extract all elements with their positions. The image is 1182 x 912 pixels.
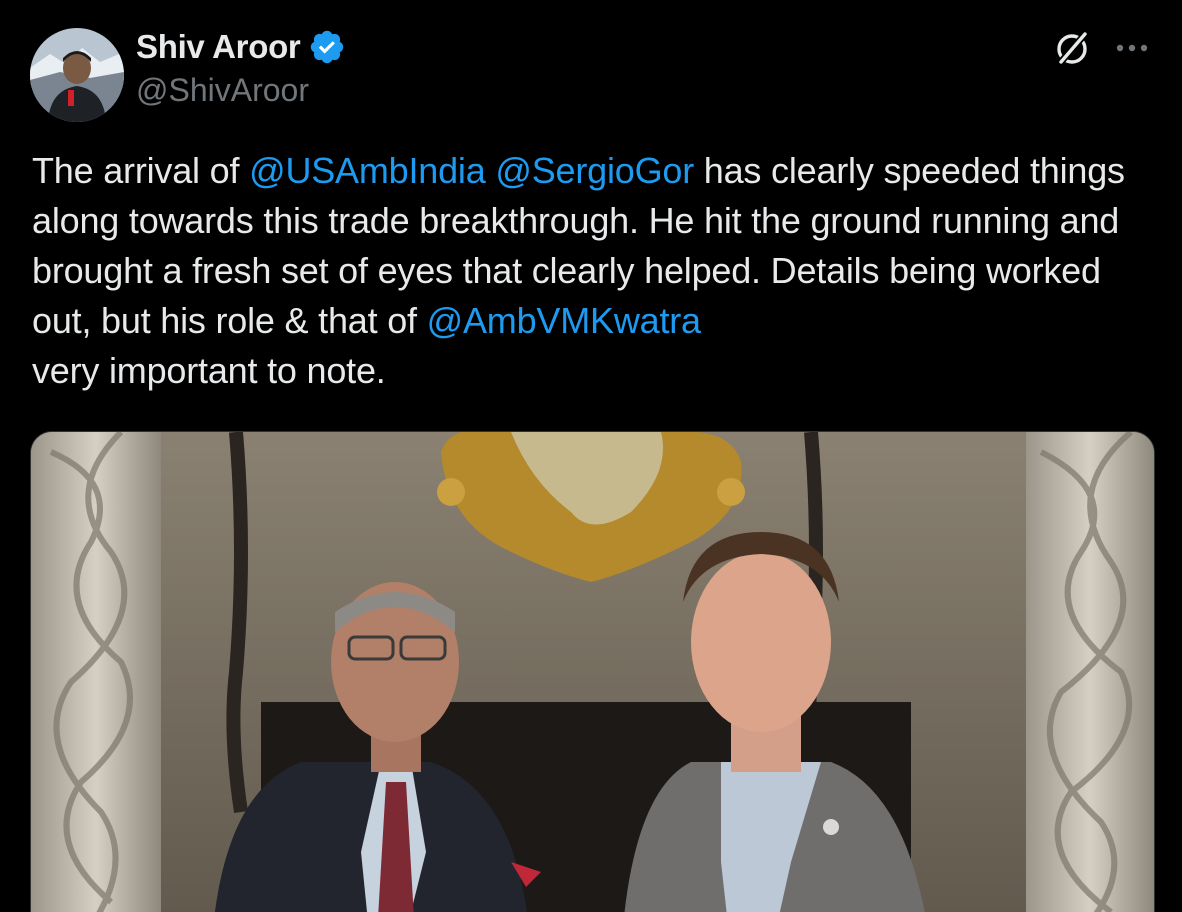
tweet-text: The arrival of @USAmbIndia @SergioGor ha… [32,146,1152,396]
tweet-text-segment [486,150,496,191]
verified-badge-icon [308,28,346,66]
author-handle[interactable]: @ShivAroor [136,72,309,109]
tweet-text-segment: The arrival of [32,150,250,191]
author-display-name[interactable]: Shiv Aroor [136,28,301,66]
tweet-text-segment: very important to note. [32,350,386,391]
grok-icon[interactable] [1052,28,1092,68]
avatar[interactable] [30,28,124,122]
tweet: Shiv Aroor @ShivAroor The arrival of @US… [0,0,1182,912]
more-options-icon[interactable] [1112,40,1152,56]
mention-link[interactable]: @AmbVMKwatra [427,300,701,341]
tweet-photo[interactable] [30,431,1155,912]
author-name-row: Shiv Aroor [136,28,346,66]
mention-link[interactable]: @USAmbIndia [249,150,486,191]
mention-link[interactable]: @SergioGor [495,150,694,191]
